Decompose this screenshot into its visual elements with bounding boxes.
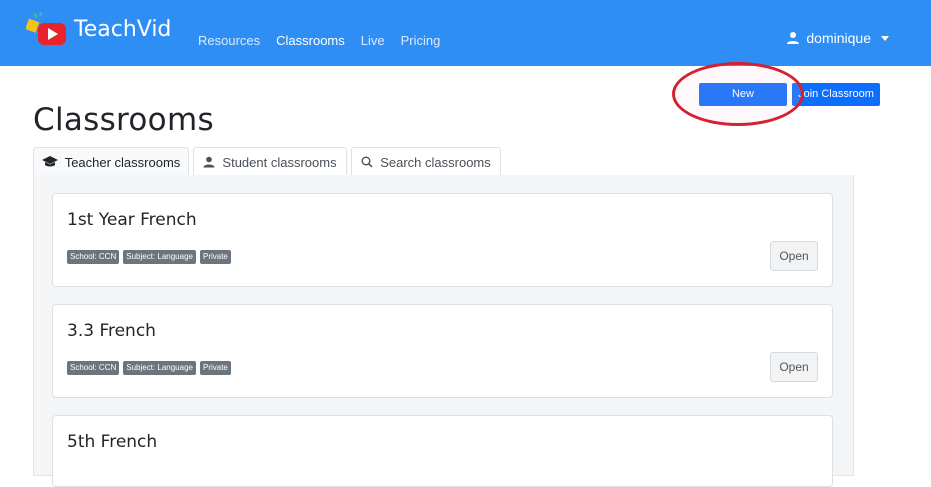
- nav-link-live[interactable]: Live: [361, 33, 385, 48]
- tab-search-classrooms[interactable]: Search classrooms: [351, 147, 501, 176]
- new-classroom-button[interactable]: New Classroom: [699, 83, 787, 123]
- teachvid-logo-icon: [25, 10, 70, 48]
- school-badge: School: CCN: [67, 361, 120, 375]
- caret-down-icon: [881, 35, 889, 41]
- classroom-name: 1st Year French: [67, 210, 197, 230]
- privacy-badge: Private: [199, 250, 231, 264]
- tab-label: Search classrooms: [380, 154, 491, 170]
- nav-link-pricing[interactable]: Pricing: [401, 33, 441, 48]
- classroom-card: 5th French: [52, 415, 833, 487]
- search-icon: [361, 156, 373, 168]
- classroom-name: 3.3 French: [67, 321, 156, 341]
- badge-group: School: CCN Subject: Language Private: [67, 361, 231, 375]
- nav-link-classrooms[interactable]: Classrooms: [276, 33, 345, 48]
- classroom-card: 1st Year French School: CCN Subject: Lan…: [52, 193, 833, 287]
- tab-label: Student classrooms: [222, 154, 337, 170]
- tab-label: Teacher classrooms: [64, 154, 181, 170]
- school-badge: School: CCN: [67, 250, 120, 264]
- join-classroom-button[interactable]: Join Classroom: [792, 83, 880, 106]
- user-icon: [203, 156, 215, 168]
- nav-links: Resources Classrooms Live Pricing: [198, 33, 440, 48]
- privacy-badge: Private: [199, 361, 231, 375]
- page-title: Classrooms: [33, 102, 214, 138]
- navbar: TeachVid Resources Classrooms Live Prici…: [0, 0, 931, 66]
- subject-badge: Subject: Language: [123, 361, 196, 375]
- badge-group: School: CCN Subject: Language Private: [67, 250, 231, 264]
- graduation-cap-icon: [41, 156, 58, 167]
- user-menu[interactable]: dominique: [786, 30, 889, 46]
- subject-badge: Subject: Language: [123, 250, 196, 264]
- user-icon: [787, 32, 800, 44]
- nav-link-resources[interactable]: Resources: [198, 33, 260, 48]
- user-name: dominique: [806, 30, 871, 46]
- brand-name: TeachVid: [74, 16, 172, 42]
- tab-student-classrooms[interactable]: Student classrooms: [193, 147, 347, 176]
- open-button[interactable]: Open: [770, 352, 818, 382]
- classroom-card: 3.3 French School: CCN Subject: Language…: [52, 304, 833, 398]
- classroom-name: 5th French: [67, 432, 158, 452]
- classroom-list-panel: 1st Year French School: CCN Subject: Lan…: [33, 175, 854, 487]
- brand[interactable]: TeachVid: [25, 10, 172, 48]
- open-button[interactable]: Open: [770, 241, 818, 271]
- tab-teacher-classrooms[interactable]: Teacher classrooms: [33, 147, 189, 176]
- classroom-tabs: Teacher classrooms Student classrooms Se…: [33, 147, 505, 176]
